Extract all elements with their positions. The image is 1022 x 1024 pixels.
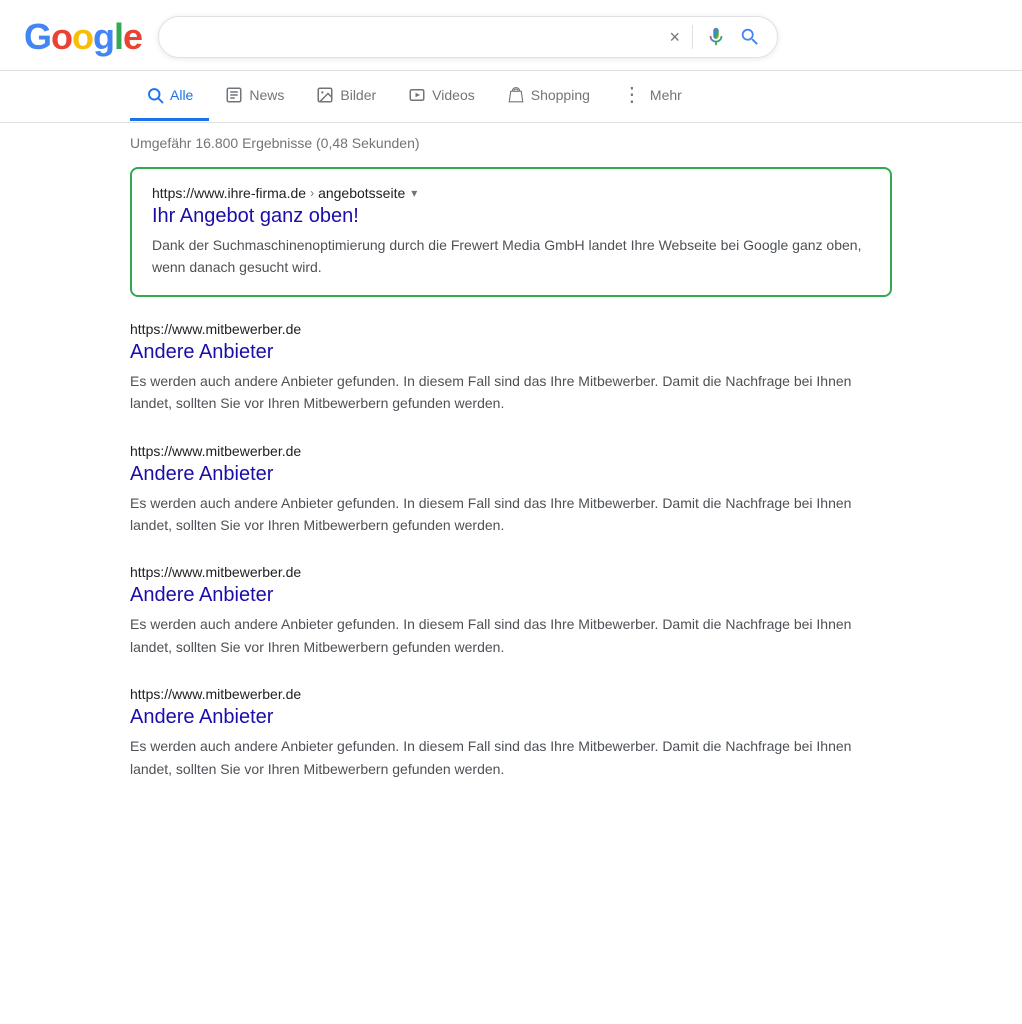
featured-url: https://www.ihre-firma.de › angebotsseit… [152, 185, 870, 201]
result-title-3[interactable]: Andere Anbieter [130, 706, 892, 729]
search-result-3: https://www.mitbewerber.de Andere Anbiet… [130, 686, 892, 780]
google-logo: Google [24, 16, 142, 58]
search-bar: Ihr Angebot wird gesucht × [158, 16, 778, 58]
featured-description: Dank der Suchmaschinenoptimierung durch … [152, 234, 870, 279]
result-description-3: Es werden auch andere Anbieter gefunden.… [130, 735, 892, 780]
dropdown-arrow-icon[interactable]: ▾ [411, 186, 417, 200]
tab-bilder[interactable]: Bilder [300, 72, 392, 121]
results-area: Umgefähr 16.800 Ergebnisse (0,48 Sekunde… [0, 123, 1022, 780]
clear-icon[interactable]: × [670, 27, 681, 48]
tab-shopping[interactable]: Shopping [491, 72, 606, 121]
result-title-2[interactable]: Andere Anbieter [130, 584, 892, 607]
nav-tabs: Alle News Bilder Videos Shopping ⋮ M [0, 71, 1022, 123]
result-description-0: Es werden auch andere Anbieter gefunden.… [130, 370, 892, 415]
results-count: Umgefähr 16.800 Ergebnisse (0,48 Sekunde… [130, 123, 892, 167]
tab-news-label: News [249, 87, 284, 103]
result-url-0: https://www.mitbewerber.de [130, 321, 892, 337]
tab-videos-label: Videos [432, 87, 475, 103]
search-bar-icons: × [670, 25, 762, 49]
tab-bilder-label: Bilder [340, 87, 376, 103]
breadcrumb-arrow-icon: › [310, 186, 314, 200]
search-icon[interactable] [739, 26, 761, 48]
tab-shopping-label: Shopping [531, 87, 590, 103]
search-input[interactable]: Ihr Angebot wird gesucht [175, 28, 661, 46]
videos-icon [408, 86, 426, 104]
organic-results: https://www.mitbewerber.de Andere Anbiet… [130, 321, 892, 780]
result-title-0[interactable]: Andere Anbieter [130, 341, 892, 364]
divider [692, 25, 693, 49]
tab-mehr-label: Mehr [650, 87, 682, 103]
mehr-dots-icon: ⋮ [622, 85, 642, 105]
result-title-1[interactable]: Andere Anbieter [130, 463, 892, 486]
bilder-icon [316, 86, 334, 104]
tab-videos[interactable]: Videos [392, 72, 491, 121]
search-result-1: https://www.mitbewerber.de Andere Anbiet… [130, 443, 892, 537]
result-url-2: https://www.mitbewerber.de [130, 564, 892, 580]
search-result-2: https://www.mitbewerber.de Andere Anbiet… [130, 564, 892, 658]
featured-result: https://www.ihre-firma.de › angebotsseit… [130, 167, 892, 297]
news-icon [225, 86, 243, 104]
result-description-1: Es werden auch andere Anbieter gefunden.… [130, 492, 892, 537]
result-description-2: Es werden auch andere Anbieter gefunden.… [130, 613, 892, 658]
tab-news[interactable]: News [209, 72, 300, 121]
tab-mehr[interactable]: ⋮ Mehr [606, 71, 698, 122]
header: Google Ihr Angebot wird gesucht × [0, 0, 1022, 71]
alle-search-icon [146, 86, 164, 104]
result-url-1: https://www.mitbewerber.de [130, 443, 892, 459]
shopping-icon [507, 86, 525, 104]
result-url-3: https://www.mitbewerber.de [130, 686, 892, 702]
tab-alle[interactable]: Alle [130, 72, 209, 121]
search-result-0: https://www.mitbewerber.de Andere Anbiet… [130, 321, 892, 415]
tab-alle-label: Alle [170, 87, 193, 103]
mic-icon[interactable] [705, 26, 727, 48]
featured-title[interactable]: Ihr Angebot ganz oben! [152, 205, 870, 228]
